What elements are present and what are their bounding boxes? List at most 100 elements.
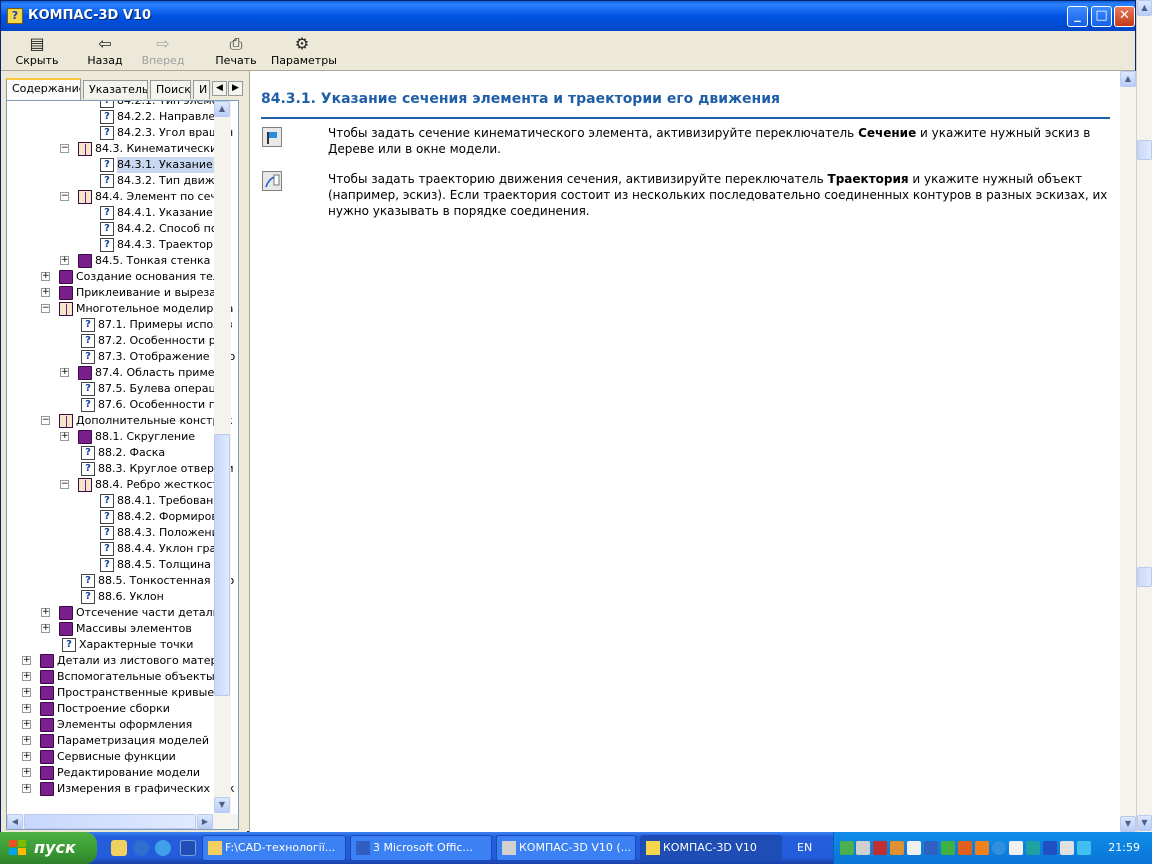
tab-search[interactable]: Поиск (150, 80, 191, 99)
tray-icon-7[interactable] (941, 841, 955, 855)
tree-item[interactable]: + Измерения в графических док (7, 781, 234, 797)
taskbar-button[interactable]: КОМПАС-3D V10 (640, 835, 782, 861)
tree-item[interactable]: − 88.4. Ребро жесткости (7, 477, 226, 493)
content-scroll-down-icon[interactable]: ▼ (1120, 816, 1136, 832)
expand-icon[interactable]: + (41, 608, 50, 617)
tree-item[interactable]: +84.5. Тонкая стенка (7, 253, 214, 269)
tree-item[interactable]: + Редактирование модели (7, 765, 214, 781)
tray-icon-8[interactable] (958, 841, 972, 855)
expand-icon[interactable]: + (22, 688, 31, 697)
tree-item[interactable]: − 84.3. Кинематический (7, 141, 224, 157)
tree-item[interactable]: ? Характерные точки (7, 637, 214, 653)
tree-item[interactable]: ? 84.2.3. Угол вращен (7, 125, 233, 141)
tree-item[interactable]: ? 87.6. Особенности пос (7, 397, 229, 413)
collapse-icon[interactable]: − (41, 304, 50, 313)
tree-item[interactable]: ? 88.6. Уклон (7, 589, 214, 605)
volume-icon[interactable] (1077, 841, 1091, 855)
tab-favorites[interactable]: И (193, 80, 210, 99)
tree-item[interactable]: ? 84.4.3. Траектория (7, 237, 227, 253)
tree-item[interactable]: ? 84.4.1. Указание се (7, 205, 229, 221)
tree-item[interactable]: ? 88.2. Фаска (7, 445, 214, 461)
expand-icon[interactable]: + (60, 256, 69, 265)
quicklaunch-expand-icon[interactable] (180, 840, 196, 856)
expand-icon[interactable]: + (60, 368, 69, 377)
tray-icon-2[interactable] (856, 841, 870, 855)
expand-icon[interactable]: + (60, 432, 69, 441)
expand-icon[interactable]: + (22, 752, 31, 761)
quicklaunch-folder-icon[interactable] (111, 840, 127, 856)
tray-icon-5[interactable] (907, 841, 921, 855)
tray-icon-3[interactable] (873, 841, 887, 855)
collapse-icon[interactable]: − (60, 192, 69, 201)
expand-icon[interactable]: + (22, 720, 31, 729)
tree-item[interactable]: ? 88.4.2. Формирова (7, 509, 225, 525)
back-button[interactable]: ⇦ Назад (85, 34, 125, 70)
scroll-right-icon[interactable]: ▶ (197, 814, 213, 829)
expand-icon[interactable]: + (22, 672, 31, 681)
tree-item[interactable]: ? 84.3.1. Указание се (7, 157, 230, 173)
tree-item[interactable]: ? 87.1. Примеры использ (7, 317, 233, 333)
hide-button[interactable]: ▤ Скрыть (15, 34, 59, 70)
content-vertical-scrollbar[interactable]: ▲ ▼ (1120, 71, 1137, 833)
tab-contents[interactable]: Содержание (6, 78, 81, 100)
tab-scroll-right-icon[interactable]: ▶ (228, 81, 243, 96)
quicklaunch-ie-icon[interactable] (155, 840, 171, 856)
tree-item[interactable]: ? 84.3.2. Тип движен (7, 173, 229, 189)
tree-item[interactable]: + Создание основания тела (7, 269, 227, 285)
outer-scroll-thumb-top[interactable] (1137, 140, 1152, 160)
tree-item[interactable]: + Построение сборки (7, 701, 214, 717)
tree-item[interactable]: ? 87.2. Особенности раб (7, 333, 229, 349)
taskbar-button[interactable]: 3 Microsoft Offic... (350, 835, 492, 861)
clock[interactable]: 21:59 (1108, 841, 1140, 854)
tray-icon-12[interactable] (1026, 841, 1040, 855)
tray-icon-9[interactable] (975, 841, 989, 855)
tree-item[interactable]: − Многотельное моделирова (7, 301, 233, 317)
tree-item[interactable]: ? 84.4.2. Способ пост (7, 221, 230, 237)
tree-item[interactable]: − Дополнительные конструк (7, 413, 233, 429)
tray-icon-14[interactable] (1060, 841, 1074, 855)
scroll-down-icon[interactable]: ▼ (214, 797, 230, 813)
tree-item[interactable]: ? 88.3. Круглое отверсти (7, 461, 234, 477)
language-indicator[interactable]: EN (797, 841, 812, 854)
tree-item[interactable]: ? 87.3. Отображение мно (7, 349, 235, 365)
collapse-icon[interactable]: − (60, 144, 69, 153)
tree-item[interactable]: ? 84.2.2. Направлени (7, 109, 230, 125)
tree-item[interactable]: + Массивы элементов (7, 621, 214, 637)
outer-scroll-down-icon[interactable]: ▼ (1137, 815, 1152, 831)
scroll-up-icon[interactable]: ▲ (214, 101, 230, 117)
expand-icon[interactable]: + (41, 624, 50, 633)
taskbar-button[interactable]: F:\CAD-технології... (202, 835, 346, 861)
tree-item[interactable]: ? 88.5. Тонкостенная обо (7, 573, 234, 589)
outer-vertical-scrollbar[interactable]: ▲ ▼ (1136, 0, 1152, 832)
tree-item[interactable]: − 84.4. Элемент по сече (7, 189, 224, 205)
tree-item[interactable]: + Приклеивание и вырезани (7, 285, 230, 301)
tree-item[interactable]: ? 88.4.3. Положение (7, 525, 226, 541)
tray-icon-13[interactable] (1043, 841, 1057, 855)
collapse-icon[interactable]: − (60, 480, 69, 489)
tray-icon-1[interactable] (840, 841, 854, 855)
tree-item[interactable]: ? 84.2.1. Тип элемен (7, 101, 226, 109)
tree-item[interactable]: + Отсечение части детали (7, 605, 220, 621)
outer-scroll-thumb[interactable] (1137, 567, 1152, 587)
tree-item[interactable]: +88.1. Скругление (7, 429, 214, 445)
close-button[interactable]: ✕ (1114, 6, 1135, 27)
tray-icon-11[interactable] (1009, 841, 1023, 855)
taskbar-button[interactable]: КОМПАС-3D V10 (... (496, 835, 636, 861)
outer-scroll-up-icon[interactable]: ▲ (1137, 0, 1152, 16)
tree-item[interactable]: ? 87.5. Булева операция (7, 381, 230, 397)
tree-item[interactable]: ? 88.4.1. Требования (7, 493, 227, 509)
tab-index[interactable]: Указатель (83, 80, 148, 99)
maximize-button[interactable]: □ (1091, 6, 1112, 27)
tree-horizontal-scrollbar[interactable]: ◀ ▶ (7, 814, 238, 829)
expand-icon[interactable]: + (22, 768, 31, 777)
tree-vertical-scrollbar[interactable]: ▲ ▼ (214, 101, 231, 814)
tree-item[interactable]: + Параметризация моделей (7, 733, 214, 749)
tree-item[interactable]: + Сервисные функции (7, 749, 214, 765)
expand-icon[interactable]: + (41, 272, 50, 281)
scroll-left-icon[interactable]: ◀ (7, 814, 23, 829)
content-scroll-up-icon[interactable]: ▲ (1120, 71, 1136, 87)
expand-icon[interactable]: + (22, 704, 31, 713)
tray-icon-10[interactable] (992, 841, 1006, 855)
title-bar[interactable]: ? КОМПАС-3D V10 _ □ ✕ (1, 1, 1135, 31)
minimize-button[interactable]: _ (1067, 6, 1088, 27)
